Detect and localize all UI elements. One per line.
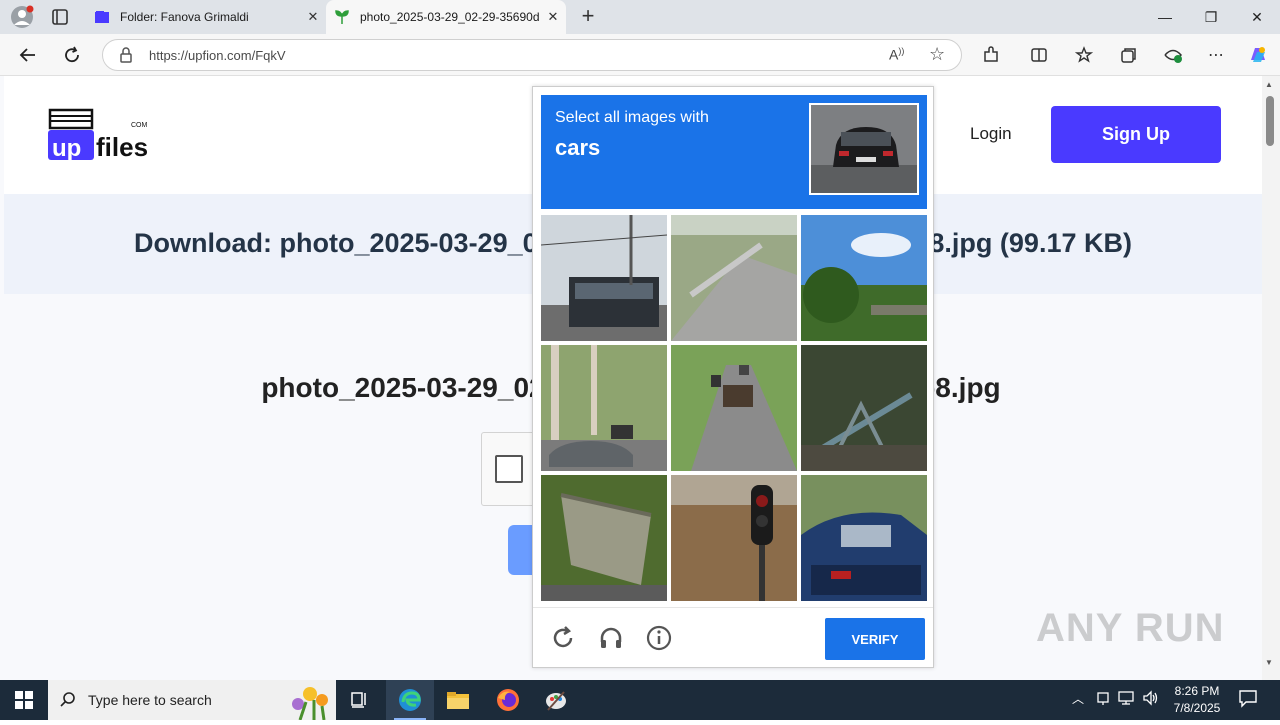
search-icon <box>60 691 76 712</box>
tray-chevron-icon[interactable]: ︿ <box>1072 690 1084 707</box>
tab-title: Folder: Fanova Grimaldi <box>120 10 249 24</box>
close-tab-icon[interactable]: ✕ <box>540 9 566 25</box>
captcha-tile[interactable] <box>541 475 667 601</box>
tab-title: photo_2025-03-29_02-29-35690d <box>360 10 540 24</box>
search-placeholder: Type here to search <box>88 692 212 708</box>
paint-app-icon[interactable] <box>532 680 580 720</box>
windows-start-icon[interactable] <box>0 680 48 720</box>
tab-actions-icon[interactable] <box>48 7 72 27</box>
more-menu-icon[interactable]: ⋯ <box>1204 43 1228 67</box>
copilot-icon[interactable] <box>1246 43 1270 67</box>
close-tab-icon[interactable]: ✕ <box>300 9 326 25</box>
logo-up-text: up <box>52 135 81 162</box>
upfiles-logo[interactable]: COM up files <box>46 106 156 162</box>
edge-icon[interactable] <box>386 680 434 720</box>
reload-icon[interactable] <box>549 624 577 652</box>
scroll-down-icon[interactable]: ▼ <box>1265 658 1273 667</box>
url-text: https://upfion.com/FqkV <box>149 48 286 63</box>
captcha-instruction: Select all images with <box>555 109 709 126</box>
captcha-tile[interactable] <box>671 475 797 601</box>
scrollbar-thumb[interactable] <box>1266 96 1274 146</box>
captcha-footer: VERIFY <box>533 607 933 667</box>
tray-device-icon[interactable] <box>1096 690 1110 709</box>
clock-time: 8:26 PM <box>1174 684 1220 698</box>
leaf-favicon-icon <box>334 9 350 25</box>
login-link[interactable]: Login <box>970 124 1012 144</box>
sample-car-image <box>809 103 919 195</box>
scroll-up-icon[interactable]: ▲ <box>1265 80 1273 89</box>
address-bar[interactable]: https://upfion.com/FqkV A)) ☆ <box>102 39 962 71</box>
collections-icon[interactable] <box>1117 43 1141 67</box>
lock-icon[interactable] <box>119 47 133 68</box>
favorite-star-icon[interactable]: ☆ <box>929 44 945 65</box>
page-scrollbar[interactable]: ▲ ▼ <box>1262 76 1280 680</box>
taskbar-search[interactable]: Type here to search <box>48 680 336 721</box>
tab-bar: Folder: Fanova Grimaldi ✕ photo_2025-03-… <box>0 0 1280 34</box>
captcha-tile[interactable] <box>541 345 667 471</box>
file-explorer-icon[interactable] <box>434 680 482 720</box>
notifications-icon[interactable] <box>1238 688 1258 711</box>
captcha-tile[interactable] <box>671 215 797 341</box>
restore-icon[interactable]: ❐ <box>1188 0 1234 34</box>
favorites-icon[interactable] <box>1072 43 1096 67</box>
minimize-icon[interactable]: — <box>1142 0 1188 34</box>
firefox-icon[interactable] <box>484 680 532 720</box>
headphones-icon[interactable] <box>597 624 625 652</box>
captcha-tile[interactable] <box>801 215 927 341</box>
info-icon[interactable] <box>645 624 673 652</box>
captcha-tile[interactable] <box>801 475 927 601</box>
logo-files-text: files <box>96 132 148 162</box>
captcha-target: cars <box>555 135 601 160</box>
volume-icon[interactable] <box>1142 690 1160 709</box>
recaptcha-checkbox[interactable] <box>495 455 523 483</box>
profile-icon[interactable] <box>10 5 34 29</box>
network-icon[interactable] <box>1118 690 1136 709</box>
back-icon[interactable] <box>16 43 40 67</box>
extensions-icon[interactable] <box>979 43 1003 67</box>
captcha-tile[interactable] <box>671 345 797 471</box>
captcha-tile[interactable] <box>801 345 927 471</box>
browser-toolbar: https://upfion.com/FqkV A)) ☆ ⋯ <box>0 34 1280 76</box>
split-screen-icon[interactable] <box>1027 43 1051 67</box>
tab-photo[interactable]: photo_2025-03-29_02-29-35690d ✕ <box>326 0 566 34</box>
captcha-image-grid <box>541 215 927 601</box>
refresh-icon[interactable] <box>60 43 84 67</box>
captcha-header: Select all images with cars <box>541 95 927 209</box>
captcha-tile[interactable] <box>541 215 667 341</box>
clock-date: 7/8/2025 <box>1173 701 1221 715</box>
flowers-icon <box>270 680 334 725</box>
anyrun-watermark: ANY RUN <box>1036 606 1225 650</box>
signup-button[interactable]: Sign Up <box>1051 106 1221 163</box>
upfiles-favicon-icon <box>94 9 110 25</box>
captcha-challenge: Select all images with cars VERIFY <box>532 86 934 668</box>
close-window-icon[interactable]: ✕ <box>1234 0 1280 34</box>
windows-taskbar: Type here to search ︿ 8:26 PM 7/8/2025 <box>0 680 1280 721</box>
performance-icon[interactable] <box>1161 43 1185 67</box>
read-aloud-icon[interactable]: A)) <box>889 46 904 63</box>
new-tab-icon[interactable]: + <box>578 5 598 27</box>
logo-com-text: COM <box>131 122 148 129</box>
verify-button[interactable]: VERIFY <box>825 618 925 660</box>
taskbar-clock[interactable]: 8:26 PM 7/8/2025 <box>1162 683 1232 717</box>
tab-folder[interactable]: Folder: Fanova Grimaldi ✕ <box>86 0 326 34</box>
task-view-icon[interactable] <box>336 680 384 720</box>
